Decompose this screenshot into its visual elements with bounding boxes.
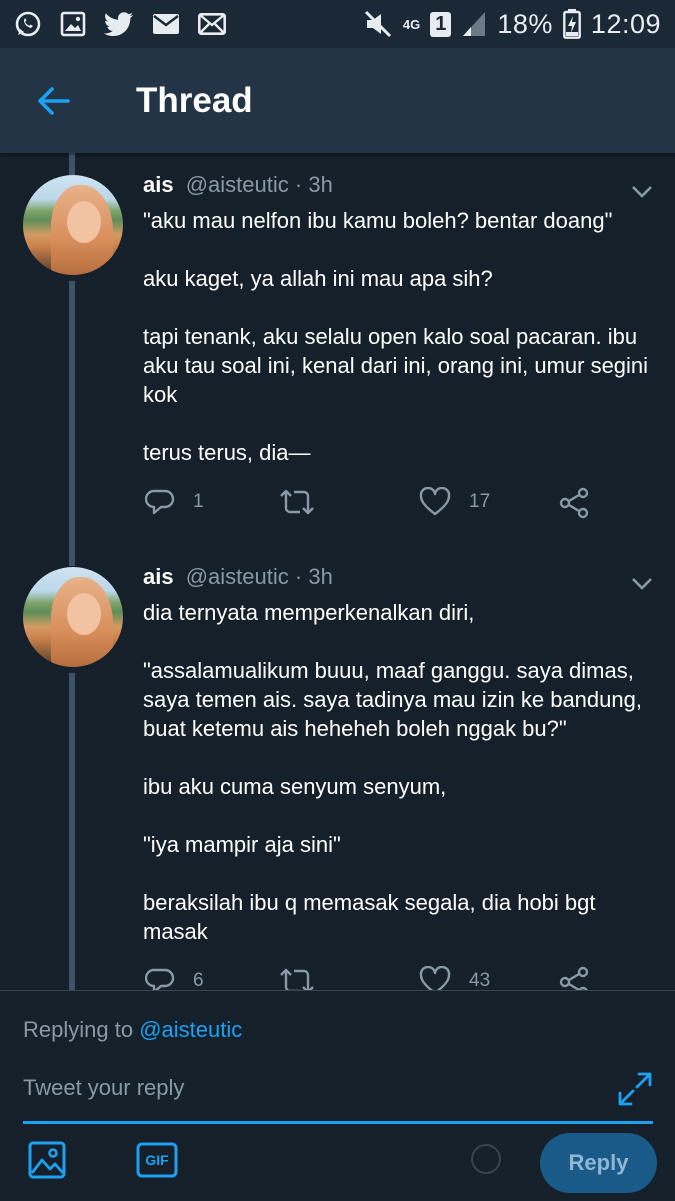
avatar[interactable] bbox=[23, 175, 123, 275]
expand-icon[interactable] bbox=[617, 1071, 653, 1107]
reply-icon bbox=[145, 966, 175, 990]
author-handle[interactable]: @aisteutic bbox=[186, 564, 289, 589]
tweet-actions: 6 43 bbox=[143, 966, 603, 990]
like-action[interactable]: 17 bbox=[419, 487, 490, 517]
replying-handle[interactable]: @aisteutic bbox=[139, 1017, 242, 1042]
reply-count: 6 bbox=[193, 970, 204, 990]
signal-icon bbox=[461, 10, 487, 38]
mail-icon bbox=[198, 13, 226, 35]
back-arrow-icon[interactable] bbox=[36, 84, 70, 118]
gallery-icon bbox=[60, 11, 86, 37]
replying-prefix: Replying to bbox=[23, 1017, 134, 1042]
status-right: 4G 1 18% 12:09 bbox=[363, 9, 661, 40]
tweet[interactable]: ais @aisteutic · 3h dia ternyata memperk… bbox=[0, 545, 675, 990]
network-type: 4G bbox=[402, 16, 421, 32]
author-name[interactable]: ais bbox=[143, 564, 174, 589]
author-handle[interactable]: @aisteutic bbox=[186, 172, 289, 197]
heart-icon bbox=[419, 966, 451, 990]
like-count: 43 bbox=[469, 970, 491, 990]
tweet-paragraph: ibu aku cuma senyum senyum, bbox=[143, 774, 447, 799]
image-icon[interactable] bbox=[28, 1141, 66, 1179]
mute-icon bbox=[363, 9, 393, 39]
tweet-paragraph: beraksilah ibu q memasak segala, dia hob… bbox=[143, 890, 596, 944]
tweet-time: · 3h bbox=[294, 172, 333, 197]
retweet-icon bbox=[280, 487, 314, 517]
battery-charging-icon bbox=[563, 9, 581, 39]
avatar[interactable] bbox=[23, 567, 123, 667]
character-count-indicator bbox=[471, 1144, 501, 1174]
clock: 12:09 bbox=[590, 8, 661, 39]
retweet-action[interactable] bbox=[280, 487, 332, 517]
tweet-paragraph: "aku mau nelfon ibu kamu boleh? bentar d… bbox=[143, 208, 613, 233]
reply-button[interactable]: Reply bbox=[540, 1133, 657, 1193]
reply-action[interactable]: 6 bbox=[145, 966, 204, 990]
battery-percent: 18% bbox=[497, 8, 553, 39]
reply-input-wrapper bbox=[23, 1063, 653, 1124]
author-name[interactable]: ais bbox=[143, 172, 174, 197]
page-title: Thread bbox=[136, 80, 253, 120]
tweet-paragraph: "assalamualikum buuu, maaf ganggu. saya … bbox=[143, 658, 642, 741]
tweet-meta: ais @aisteutic · 3h bbox=[143, 564, 333, 590]
share-icon bbox=[558, 966, 590, 990]
share-action[interactable] bbox=[558, 487, 590, 519]
sim-indicator: 1 bbox=[430, 11, 452, 37]
tweet-paragraph: dia ternyata memperkenalkan diri, bbox=[143, 600, 475, 625]
whatsapp-icon bbox=[14, 10, 42, 38]
thread-list[interactable]: ais @aisteutic · 3h "aku mau nelfon ibu … bbox=[0, 153, 675, 990]
reply-icon bbox=[145, 487, 175, 517]
app-header: Thread bbox=[0, 48, 675, 153]
retweet-icon bbox=[280, 966, 314, 990]
replying-to: Replying to @aisteutic bbox=[23, 1017, 242, 1043]
reply-input[interactable] bbox=[23, 1063, 603, 1113]
heart-icon bbox=[419, 487, 451, 517]
share-action[interactable] bbox=[558, 966, 590, 990]
tweet[interactable]: ais @aisteutic · 3h "aku mau nelfon ibu … bbox=[0, 153, 675, 545]
tweet-text: dia ternyata memperkenalkan diri, "assal… bbox=[143, 598, 658, 946]
status-bar: 4G 1 18% 12:09 bbox=[0, 0, 675, 48]
tweet-paragraph: tapi tenank, aku selalu open kalo soal p… bbox=[143, 324, 649, 407]
tweet-actions: 1 17 bbox=[143, 487, 603, 521]
reply-count: 1 bbox=[193, 491, 204, 512]
gif-label: GIF bbox=[145, 1152, 169, 1168]
gif-button[interactable]: GIF bbox=[136, 1142, 178, 1178]
tweet-text: "aku mau nelfon ibu kamu boleh? bentar d… bbox=[143, 206, 658, 467]
reply-composer: Replying to @aisteutic GIF Reply bbox=[0, 990, 675, 1201]
tweet-time: · 3h bbox=[294, 564, 333, 589]
like-action[interactable]: 43 bbox=[419, 966, 490, 990]
tweet-paragraph: "iya mampir aja sini" bbox=[143, 832, 341, 857]
tweet-meta: ais @aisteutic · 3h bbox=[143, 172, 333, 198]
like-count: 17 bbox=[469, 491, 491, 512]
mail-icon bbox=[152, 13, 180, 35]
chevron-down-icon[interactable] bbox=[631, 185, 653, 199]
tweet-paragraph: terus terus, dia— bbox=[143, 440, 311, 465]
twitter-icon bbox=[104, 12, 134, 36]
status-left-icons bbox=[14, 10, 226, 38]
tweet-paragraph: aku kaget, ya allah ini mau apa sih? bbox=[143, 266, 493, 291]
share-icon bbox=[558, 487, 590, 519]
retweet-action[interactable] bbox=[280, 966, 332, 990]
reply-action[interactable]: 1 bbox=[145, 487, 204, 517]
chevron-down-icon[interactable] bbox=[631, 577, 653, 591]
